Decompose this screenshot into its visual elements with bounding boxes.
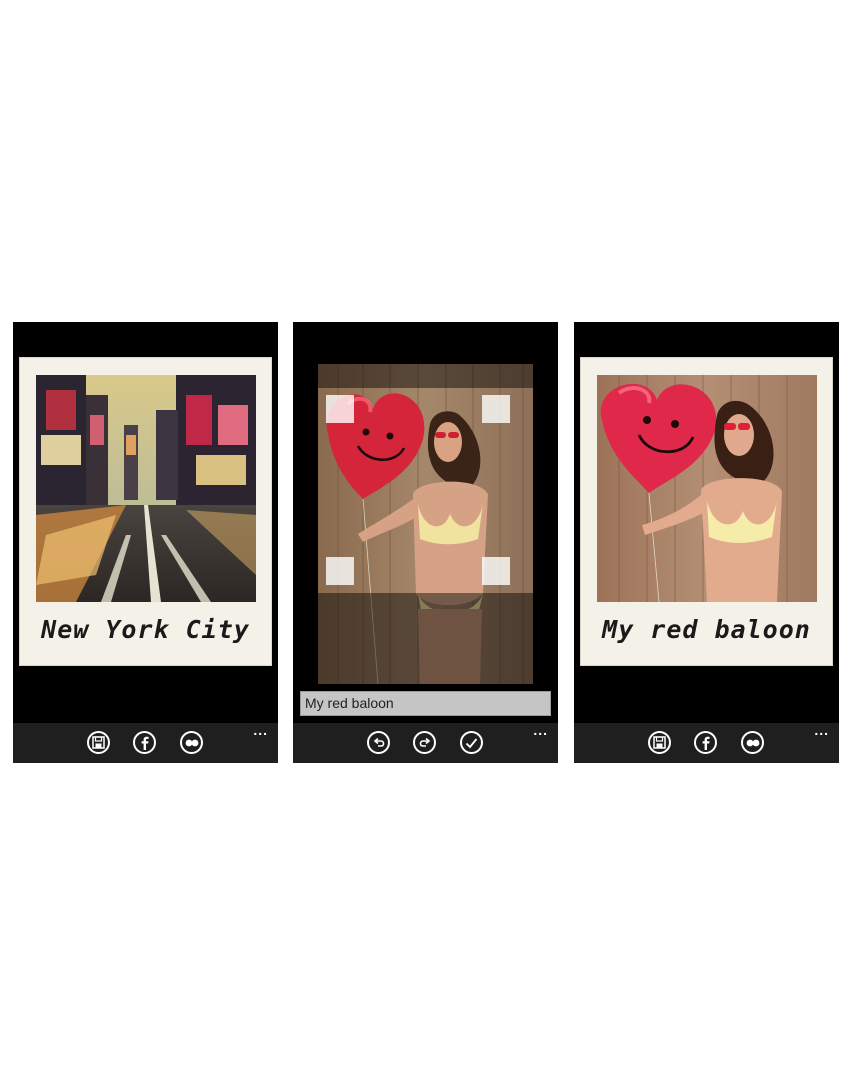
app-bar: ... [293,723,558,763]
redo-icon [419,737,430,747]
flickr-icon [746,739,759,746]
save-icon [92,736,105,749]
facebook-button[interactable] [694,731,717,754]
more-options-button[interactable]: ... [533,723,548,737]
crop-editor-canvas[interactable] [318,364,533,684]
facebook-button[interactable] [133,731,156,754]
flickr-icon [185,739,198,746]
undo-icon [373,737,384,747]
phone-screen-1: New York City ... [13,322,278,763]
facebook-icon [702,736,710,750]
crop-overlay-bottom [318,593,533,684]
crop-overlay-top [318,364,533,388]
more-options-button[interactable]: ... [253,723,268,737]
save-button[interactable] [648,731,671,754]
save-button[interactable] [87,731,110,754]
photo-caption: My red baloon [602,615,811,644]
phone-screen-3: My red baloon ... [574,322,839,763]
more-options-button[interactable]: ... [814,723,829,737]
crop-handle-top-right[interactable] [482,395,510,423]
flickr-button[interactable] [741,731,764,754]
redo-button[interactable] [413,731,436,754]
polaroid-frame: New York City [19,357,272,666]
flickr-button[interactable] [180,731,203,754]
phone-screen-2: My red baloon ... [293,322,558,763]
polaroid-frame: My red baloon [580,357,833,666]
app-bar: ... [13,723,278,763]
facebook-icon [141,736,149,750]
check-icon [465,737,478,748]
caption-input[interactable]: My red baloon [300,691,551,716]
undo-button[interactable] [367,731,390,754]
photo-red-balloon [597,375,817,602]
app-bar: ... [574,723,839,763]
crop-handle-bottom-left[interactable] [326,557,354,585]
crop-handle-bottom-right[interactable] [482,557,510,585]
photo-new-york-city [36,375,256,602]
photo-caption: New York City [41,615,250,644]
accept-button[interactable] [460,731,483,754]
save-icon [653,736,666,749]
crop-handle-top-left[interactable] [326,395,354,423]
